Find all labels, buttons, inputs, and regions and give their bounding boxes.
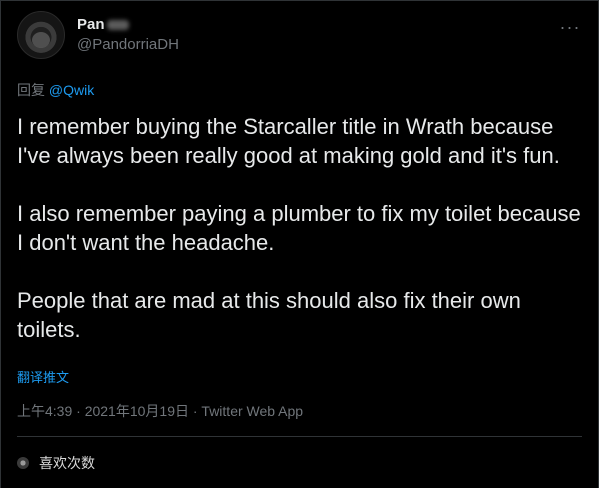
likes-link[interactable]: 喜欢次数 (17, 453, 95, 473)
tweet-paragraph: People that are mad at this should also … (17, 288, 521, 342)
reply-to: 回复 @Qwik (17, 80, 94, 100)
author-names: Pan @PandorriaDH (77, 15, 179, 55)
tweet-card: Pan @PandorriaDH ··· 回复 @Qwik I remember… (0, 0, 599, 488)
author-display-name[interactable]: Pan (77, 15, 105, 35)
redacted-name-blur (106, 20, 129, 30)
tweet-body: I remember buying the Starcaller title i… (17, 112, 587, 344)
tweet-paragraph: I remember buying the Starcaller title i… (17, 114, 560, 168)
author-display-name-row[interactable]: Pan (77, 15, 179, 35)
liker-avatar-icon (17, 457, 29, 469)
translate-tweet-link[interactable]: 翻译推文 (17, 367, 69, 386)
tweet-header: Pan @PandorriaDH (17, 11, 179, 59)
reply-mention-link[interactable]: @Qwik (49, 82, 94, 98)
reply-prefix: 回复 (17, 82, 45, 98)
more-icon[interactable]: ··· (560, 17, 580, 37)
tweet-timestamp[interactable]: 上午4:39 · 2021年10月19日 · Twitter Web App (17, 401, 303, 421)
divider (17, 436, 582, 437)
tweet-paragraph: I also remember paying a plumber to fix … (17, 201, 581, 255)
author-handle[interactable]: @PandorriaDH (77, 35, 179, 55)
avatar[interactable] (17, 11, 65, 59)
likes-label: 喜欢次数 (39, 455, 95, 471)
